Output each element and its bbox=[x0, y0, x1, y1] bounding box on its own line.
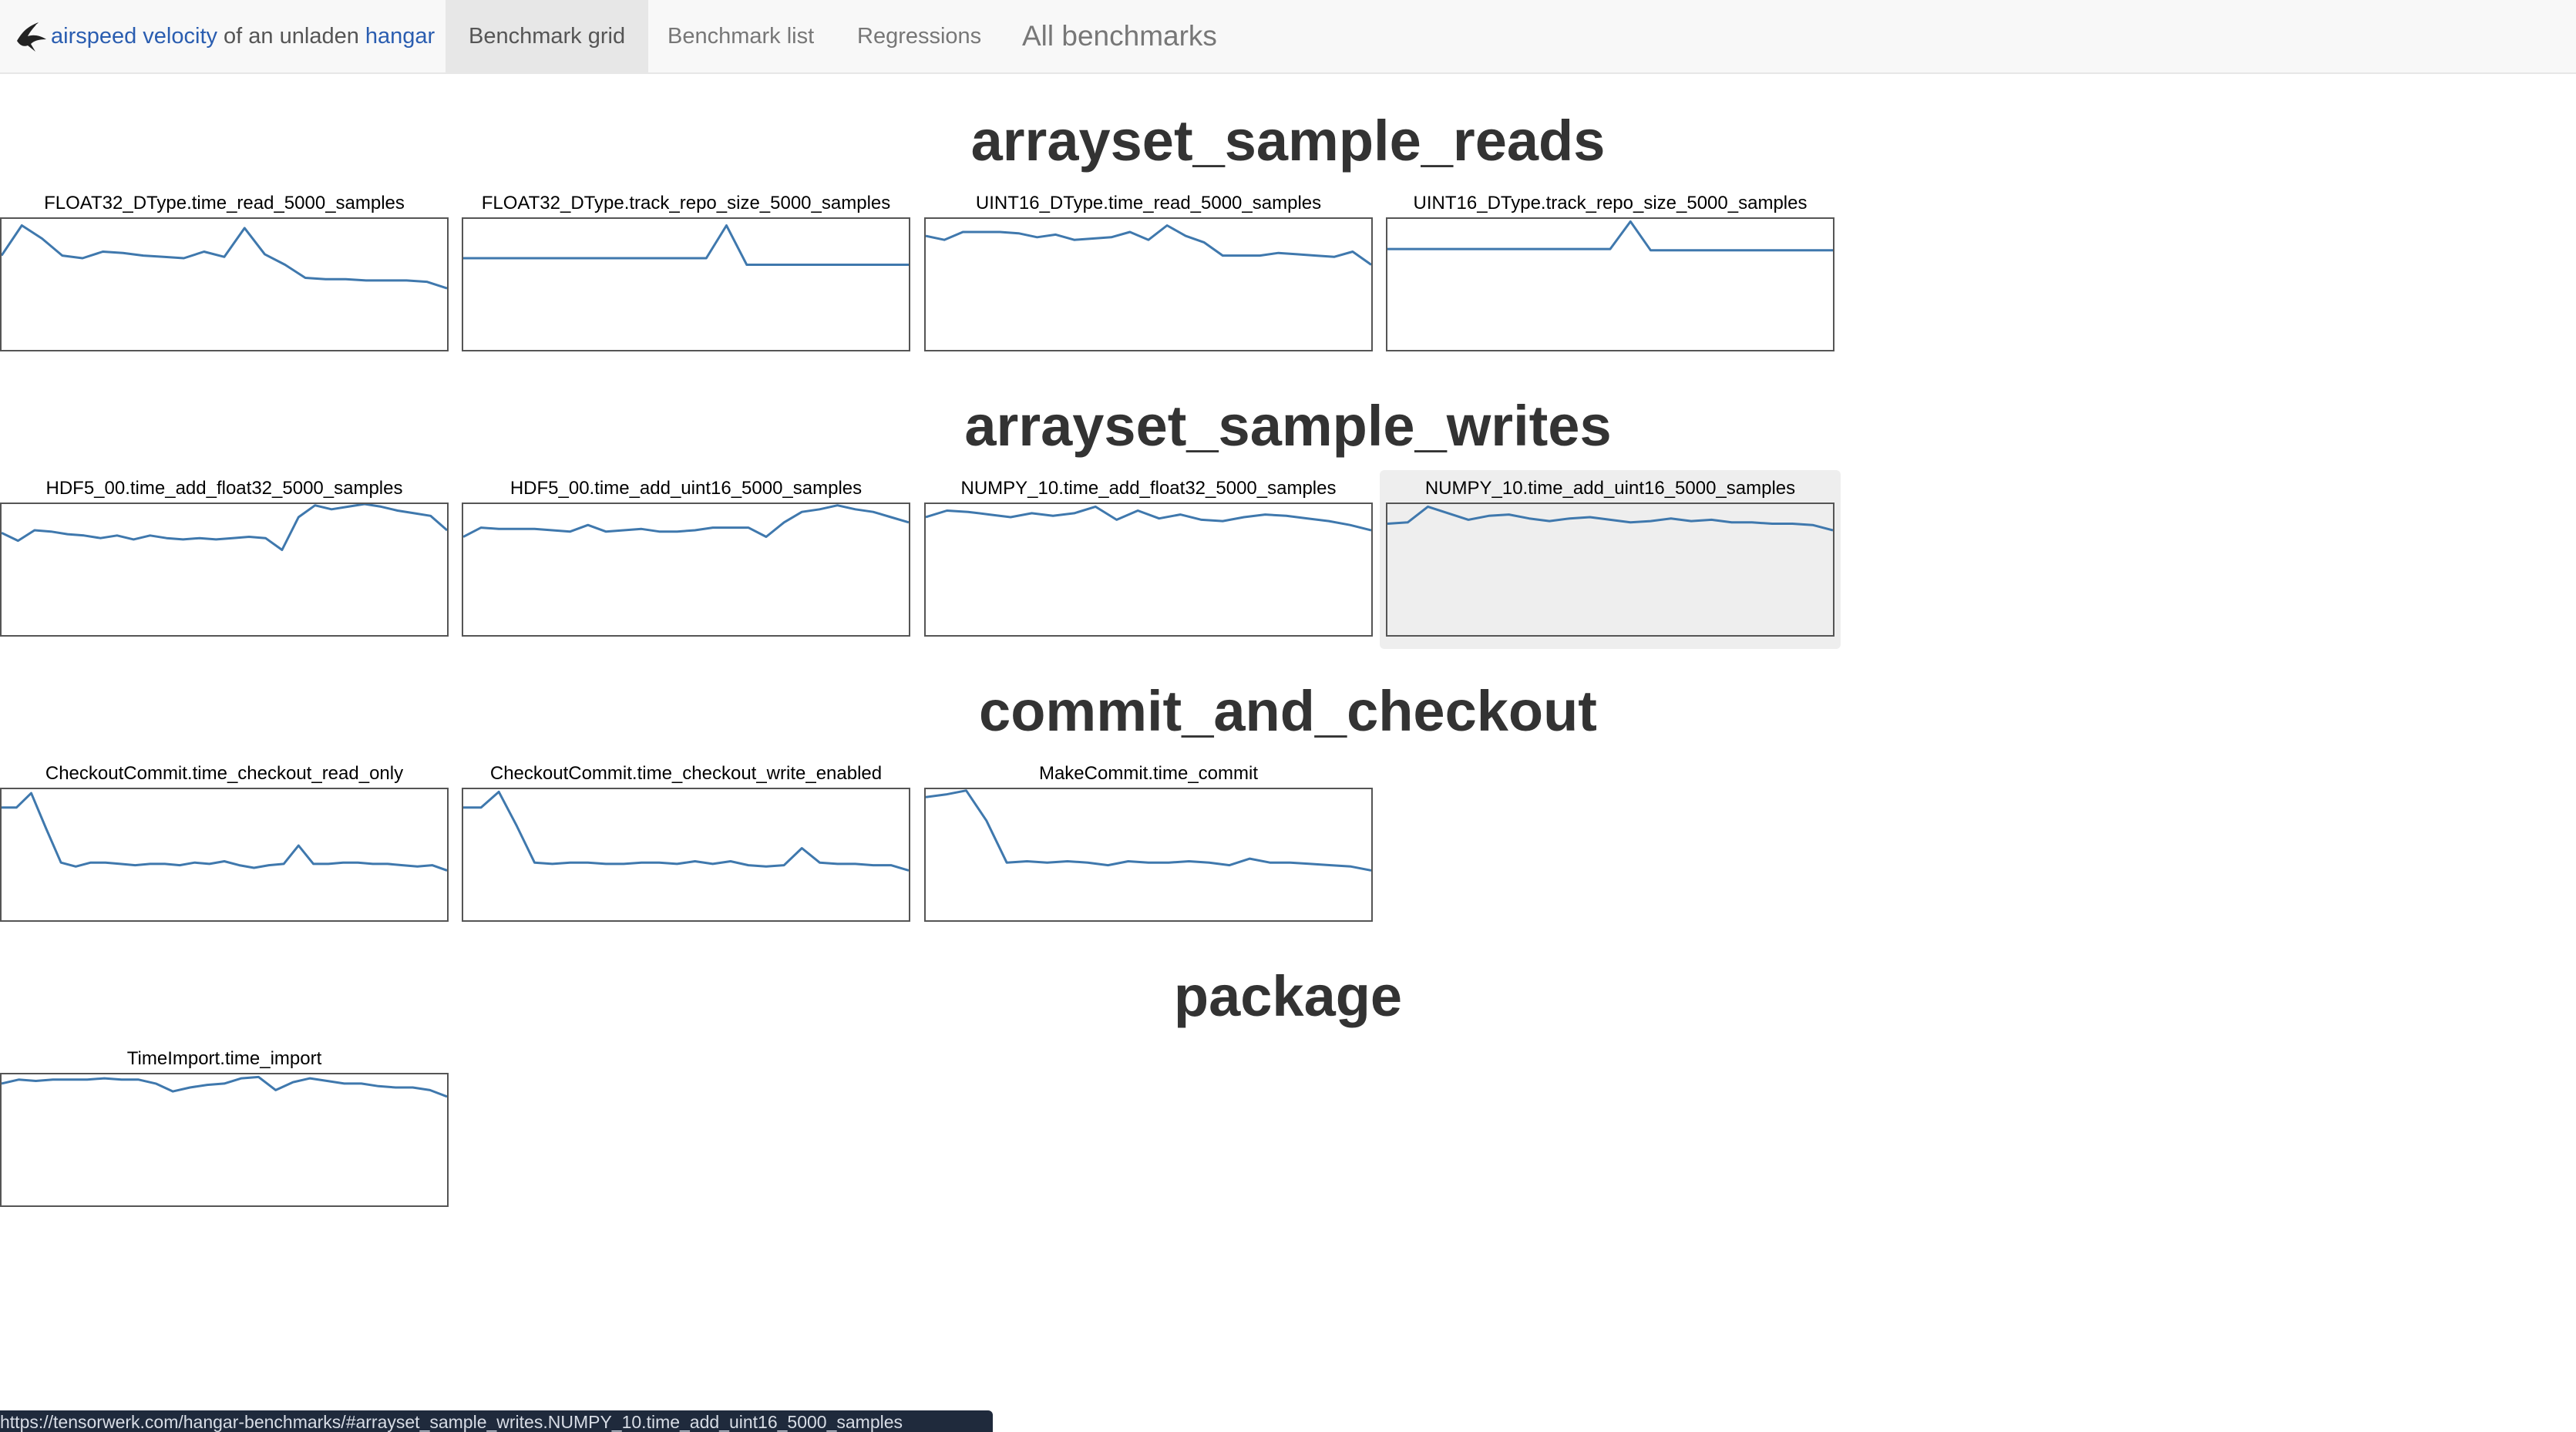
nav-benchmark-list-label: Benchmark list bbox=[668, 23, 815, 49]
benchmark-timeline-line bbox=[2, 792, 447, 872]
benchmark-name: NUMPY_10.time_add_float32_5000_samples bbox=[960, 478, 1337, 499]
benchmark-tile[interactable]: FLOAT32_DType.time_read_5000_samples bbox=[0, 182, 449, 358]
sparkline-svg bbox=[463, 224, 909, 266]
benchmark-timeline-line bbox=[1387, 505, 1833, 532]
sparkline-svg bbox=[2, 1075, 447, 1098]
sparkline-svg bbox=[2, 224, 447, 290]
benchmark-tile-hovered[interactable]: NUMPY_10.time_add_uint16_5000_samples bbox=[1380, 470, 1841, 649]
brand-link-airspeed-velocity[interactable]: airspeed velocity bbox=[51, 24, 217, 49]
nav-benchmark-grid[interactable]: Benchmark grid bbox=[446, 0, 649, 72]
group-title: arrayset_sample_reads bbox=[970, 109, 1606, 173]
benchmark-name: NUMPY_10.time_add_uint16_5000_samples bbox=[1424, 478, 1796, 499]
group-title: package bbox=[1173, 964, 1403, 1028]
benchmark-name: UINT16_DType.time_read_5000_samples bbox=[975, 193, 1322, 213]
benchmark-name: CheckoutCommit.time_checkout_write_enabl… bbox=[489, 763, 883, 784]
benchmark-tile[interactable]: MakeCommit.time_commit bbox=[924, 752, 1373, 928]
benchmark-timeline-line bbox=[463, 504, 909, 538]
benchmark-tile[interactable]: TimeImport.time_import bbox=[0, 1037, 449, 1213]
benchmark-sparkline[interactable] bbox=[462, 217, 910, 351]
benchmark-name: HDF5_00.time_add_float32_5000_samples bbox=[45, 478, 403, 499]
nav-benchmark-list[interactable]: Benchmark list bbox=[644, 0, 837, 72]
nav-all-benchmarks-label: All benchmarks bbox=[1022, 20, 1217, 52]
brand-link-hangar[interactable]: hangar bbox=[365, 24, 435, 49]
benchmark-timeline-line bbox=[463, 224, 909, 266]
benchmark-timeline-line bbox=[2, 224, 447, 290]
benchmark-name: HDF5_00.time_add_uint16_5000_samples bbox=[509, 478, 863, 499]
benchmark-name: FLOAT32_DType.time_read_5000_samples bbox=[44, 193, 405, 213]
navbar: airspeed velocity of an unladen hangar B… bbox=[0, 0, 2576, 74]
browser-status-url: https://tensorwerk.com/hangar-benchmarks… bbox=[0, 1410, 993, 1432]
benchmark-sparkline[interactable] bbox=[924, 788, 1373, 922]
benchmark-sparkline[interactable] bbox=[1386, 503, 1834, 637]
benchmark-name: CheckoutCommit.time_checkout_read_only bbox=[45, 763, 404, 784]
benchmark-tile[interactable]: HDF5_00.time_add_float32_5000_samples bbox=[0, 467, 449, 643]
benchmark-timeline-line bbox=[926, 789, 1371, 872]
sparkline-svg bbox=[2, 504, 447, 551]
sparkline-svg bbox=[926, 224, 1371, 266]
benchmark-sparkline[interactable] bbox=[0, 1073, 449, 1207]
benchmark-name: TimeImport.time_import bbox=[126, 1048, 322, 1069]
sparkline-svg bbox=[1387, 505, 1833, 532]
benchmark-timeline-line bbox=[926, 224, 1371, 266]
benchmark-timeline-line bbox=[1387, 220, 1833, 252]
benchmark-sparkline[interactable] bbox=[0, 217, 449, 351]
nav-regressions[interactable]: Regressions bbox=[834, 0, 1004, 72]
benchmark-tile[interactable]: CheckoutCommit.time_checkout_write_enabl… bbox=[462, 752, 910, 928]
benchmark-tile[interactable]: FLOAT32_DType.track_repo_size_5000_sampl… bbox=[462, 182, 910, 358]
benchmark-timeline-line bbox=[463, 790, 909, 872]
benchmark-tile[interactable]: CheckoutCommit.time_checkout_read_only bbox=[0, 752, 449, 928]
benchmark-tile[interactable]: UINT16_DType.time_read_5000_samples bbox=[924, 182, 1373, 358]
benchmark-tile[interactable]: NUMPY_10.time_add_float32_5000_samples bbox=[924, 467, 1373, 643]
sparkline-svg bbox=[1387, 220, 1833, 252]
benchmark-sparkline[interactable] bbox=[924, 217, 1373, 351]
benchmark-sparkline[interactable] bbox=[462, 503, 910, 637]
benchmark-sparkline[interactable] bbox=[0, 503, 449, 637]
sparkline-svg bbox=[463, 790, 909, 872]
benchmark-timeline-line bbox=[2, 504, 447, 551]
benchmark-sparkline[interactable] bbox=[462, 788, 910, 922]
sparkline-svg bbox=[2, 792, 447, 872]
benchmark-name: UINT16_DType.track_repo_size_5000_sample… bbox=[1413, 193, 1808, 213]
benchmark-name: MakeCommit.time_commit bbox=[1038, 763, 1259, 784]
nav-all-benchmarks[interactable]: All benchmarks bbox=[999, 0, 1240, 72]
brand-text: of an unladen bbox=[217, 23, 365, 49]
benchmark-tile[interactable]: UINT16_DType.track_repo_size_5000_sample… bbox=[1386, 182, 1834, 358]
benchmark-sparkline[interactable] bbox=[1386, 217, 1834, 351]
brand: airspeed velocity of an unladen hangar bbox=[12, 0, 435, 72]
benchmark-name: FLOAT32_DType.track_repo_size_5000_sampl… bbox=[481, 193, 891, 213]
group-title: arrayset_sample_writes bbox=[964, 394, 1612, 458]
nav-regressions-label: Regressions bbox=[857, 23, 982, 49]
benchmark-tile[interactable]: HDF5_00.time_add_uint16_5000_samples bbox=[462, 467, 910, 643]
benchmark-timeline-line bbox=[2, 1075, 447, 1098]
group-title: commit_and_checkout bbox=[979, 679, 1597, 743]
swallow-logo-icon bbox=[17, 22, 46, 52]
nav-benchmark-grid-label: Benchmark grid bbox=[469, 23, 626, 49]
benchmark-sparkline[interactable] bbox=[0, 788, 449, 922]
benchmark-timeline-line bbox=[926, 505, 1371, 532]
sparkline-svg bbox=[926, 789, 1371, 872]
sparkline-svg bbox=[926, 505, 1371, 532]
benchmark-sparkline[interactable] bbox=[924, 503, 1373, 637]
sparkline-svg bbox=[463, 504, 909, 538]
